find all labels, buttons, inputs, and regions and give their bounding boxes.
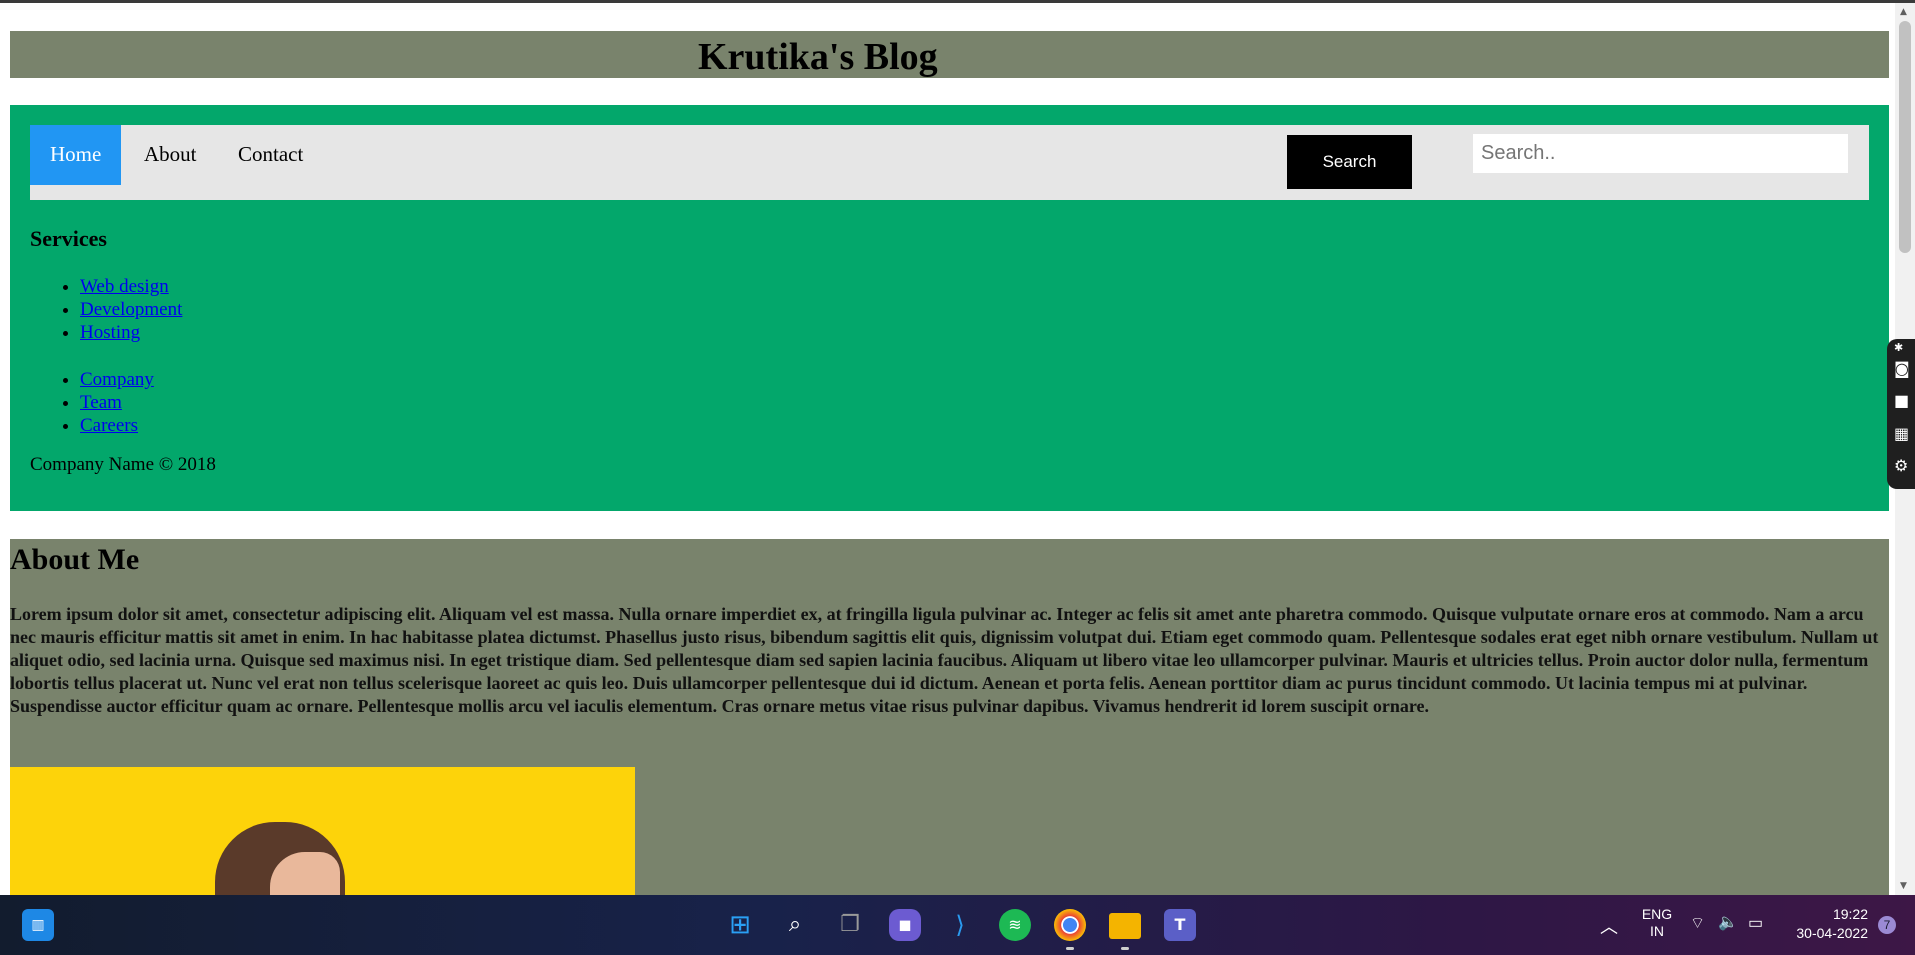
list-item: Company (80, 368, 154, 391)
clock-time: 19:22 (1832, 906, 1868, 922)
settings-icon[interactable]: ⚙ (1894, 456, 1908, 475)
scroll-up-arrow-icon[interactable]: ▲ (1900, 7, 1907, 17)
nav-section: Home About Contact Search Services Web d… (10, 105, 1889, 511)
link-web-design[interactable]: Web design (80, 276, 169, 297)
camera-icon[interactable]: ◙ (1894, 359, 1910, 378)
copyright-text: Company Name © 2018 (30, 454, 216, 475)
language-line2: IN (1650, 923, 1664, 939)
link-careers[interactable]: Careers (80, 415, 138, 436)
company-list: Company Team Careers (30, 368, 154, 437)
list-item: Team (80, 391, 154, 414)
link-team[interactable]: Team (80, 392, 122, 413)
notification-badge[interactable]: 7 (1878, 916, 1896, 934)
scroll-thumb[interactable] (1899, 21, 1911, 253)
services-heading: Services (30, 226, 107, 251)
link-development[interactable]: Development (80, 299, 182, 320)
pin-icon[interactable]: ✱ (1894, 341, 1903, 354)
nav-contact[interactable]: Contact (218, 125, 323, 185)
scroll-down-arrow-icon[interactable]: ▼ (1900, 881, 1907, 891)
link-hosting[interactable]: Hosting (80, 322, 140, 343)
search-icon[interactable]: ⌕ (779, 909, 811, 941)
search-input[interactable] (1473, 134, 1848, 173)
gallery-icon[interactable]: ▦ (1894, 424, 1909, 443)
file-explorer-icon[interactable] (1109, 913, 1141, 939)
widgets-icon[interactable]: ▥ (22, 909, 54, 941)
spotify-icon[interactable]: ≋ (999, 909, 1031, 941)
clock-date: 30-04-2022 (1796, 925, 1868, 941)
list-item: Web design (80, 275, 182, 298)
blog-title: Krutika's Blog (698, 36, 938, 78)
running-indicator (1121, 947, 1129, 950)
task-view-icon[interactable]: ❐ (834, 909, 866, 941)
windows-taskbar: ▥ ⊞ ⌕ ❐ ◼ ⟩ ≋ T ︿ ENG IN ⌔ 🔈 ▭ 19:22 30-… (0, 895, 1915, 955)
list-item: Careers (80, 414, 154, 437)
about-heading: About Me (10, 543, 140, 576)
about-section: About Me Lorem ipsum dolor sit amet, con… (10, 539, 1889, 895)
link-company[interactable]: Company (80, 369, 154, 390)
wifi-icon[interactable]: ⌔ (1690, 913, 1705, 933)
language-line1: ENG (1641, 906, 1673, 922)
profile-photo (10, 767, 635, 895)
blog-header: Krutika's Blog (10, 31, 1889, 78)
vscode-icon[interactable]: ⟩ (944, 909, 976, 941)
chrome-icon[interactable] (1054, 909, 1086, 941)
nav-home[interactable]: Home (30, 125, 122, 185)
search-button[interactable]: Search (1287, 135, 1412, 189)
nav-about[interactable]: About (124, 125, 217, 185)
page-viewport: Krutika's Blog Home About Contact Search… (0, 3, 1895, 895)
battery-icon[interactable]: ▭ (1748, 913, 1763, 933)
start-icon[interactable]: ⊞ (724, 909, 756, 941)
about-body: Lorem ipsum dolor sit amet, consectetur … (10, 604, 1879, 716)
top-navbar: Home About Contact Search (30, 125, 1869, 200)
chat-icon[interactable]: ◼ (889, 909, 921, 941)
clock[interactable]: 19:22 30-04-2022 (1788, 905, 1868, 943)
running-indicator (1066, 947, 1074, 950)
tray-overflow-chevron-icon[interactable]: ︿ (1600, 913, 1618, 939)
list-item: Development (80, 298, 182, 321)
list-item: Hosting (80, 321, 182, 344)
teams-icon[interactable]: T (1164, 909, 1196, 941)
screen-recorder-toolbar: ✱ ◙ ■ ▦ ⚙ (1887, 339, 1915, 489)
language-indicator[interactable]: ENG IN (1640, 906, 1674, 940)
volume-icon[interactable]: 🔈 (1718, 912, 1738, 932)
video-icon[interactable]: ■ (1894, 391, 1909, 410)
services-list: Web design Development Hosting (30, 275, 182, 344)
